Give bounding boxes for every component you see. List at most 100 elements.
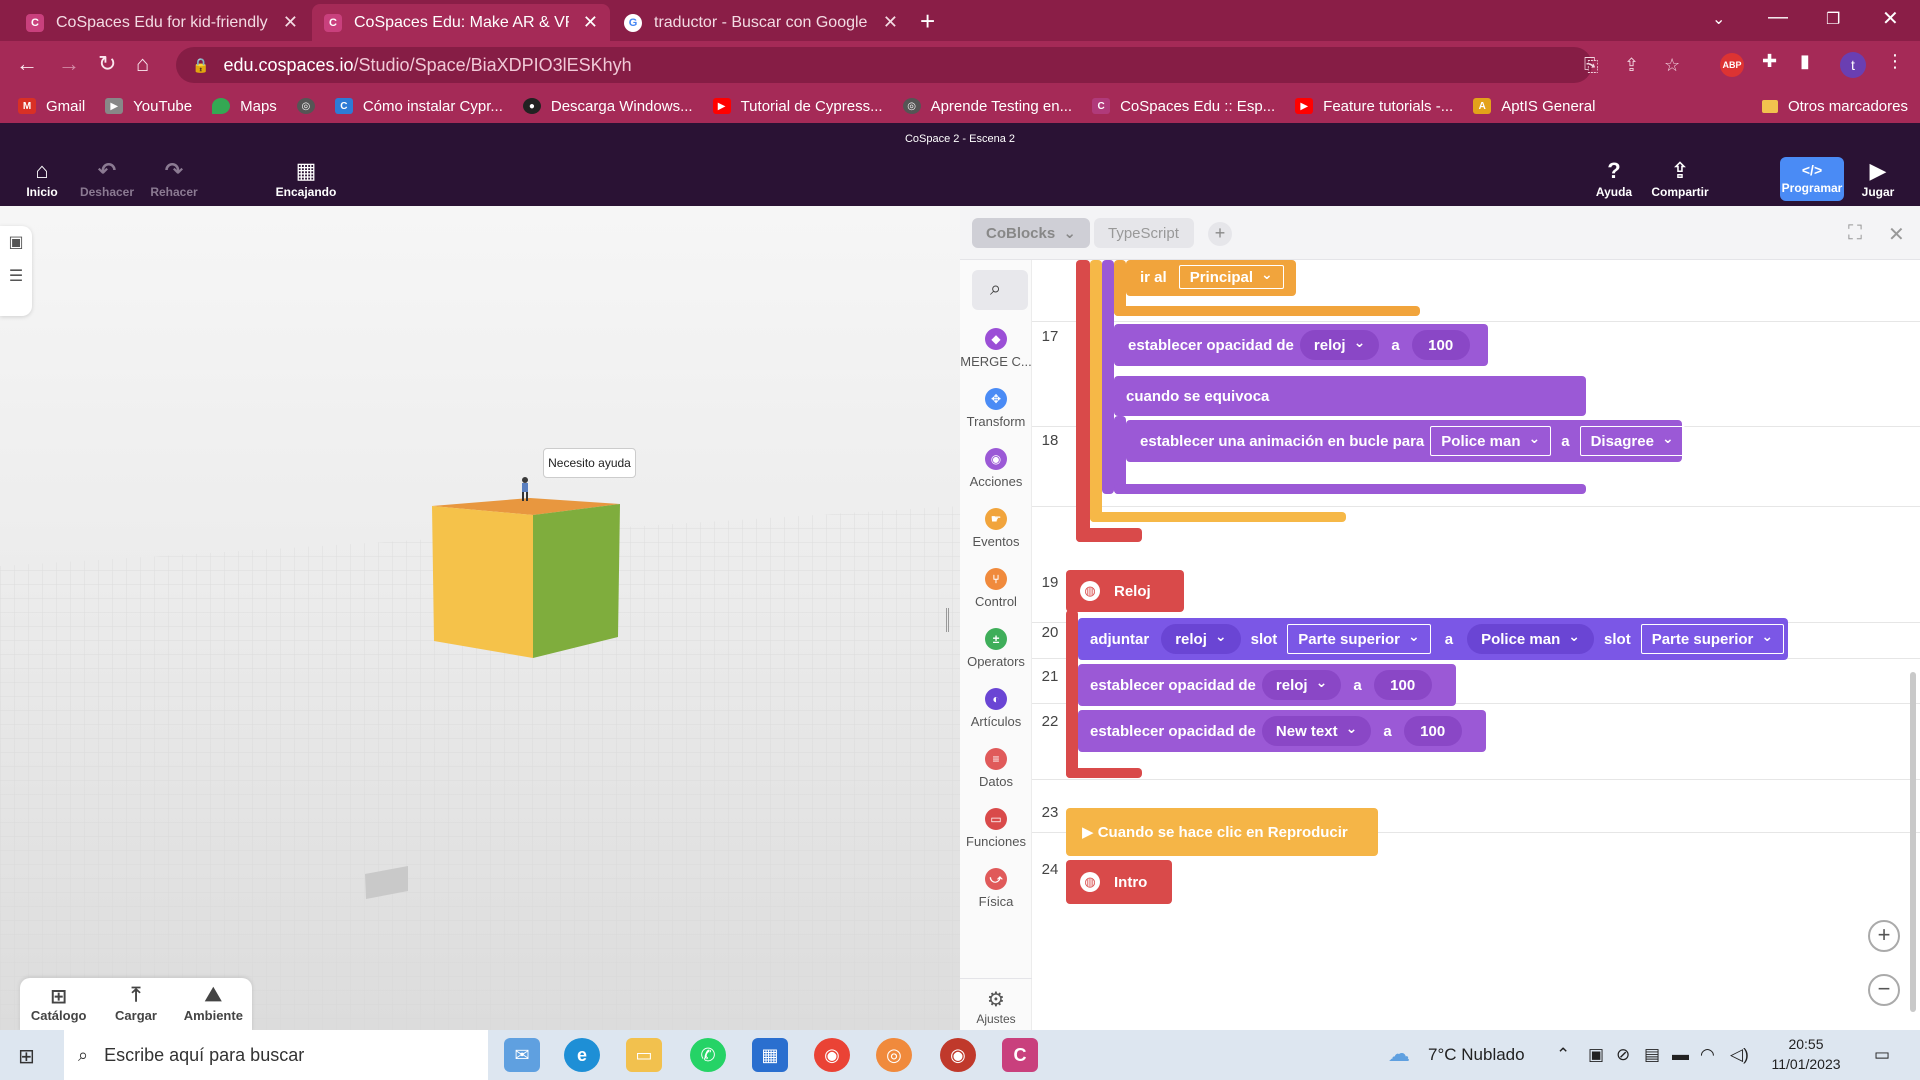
function-block-frame[interactable] bbox=[1076, 260, 1090, 542]
bookmark-github[interactable]: ● Descarga Windows... bbox=[522, 98, 693, 115]
opacity-value[interactable]: 100 bbox=[1411, 330, 1470, 360]
bookmark-globe[interactable]: ◎ bbox=[296, 98, 315, 114]
fullscreen-icon[interactable]: ⛶ bbox=[1848, 222, 1862, 245]
adblock-extension-icon[interactable]: ABP bbox=[1720, 53, 1744, 77]
edge-icon[interactable]: e bbox=[564, 1038, 600, 1072]
share-button[interactable]: ⇪ Compartir bbox=[1640, 157, 1720, 199]
side-panel-icon[interactable]: ▮ bbox=[1800, 51, 1810, 72]
reload-icon[interactable]: ↻ bbox=[98, 51, 116, 77]
tab-search-icon[interactable]: ⌄ bbox=[1712, 9, 1725, 29]
opacity-value[interactable]: 100 bbox=[1373, 670, 1432, 700]
target-dropdown[interactable]: Police man bbox=[1430, 426, 1552, 456]
vertical-scrollbar[interactable] bbox=[1910, 672, 1916, 1012]
bookmark-youtube[interactable]: ▶ YouTube bbox=[105, 98, 192, 115]
control-block-frame[interactable] bbox=[1090, 260, 1102, 522]
menu-dots-icon[interactable]: ⋮ bbox=[1886, 51, 1904, 72]
palette-transform[interactable]: ✥ Transform bbox=[960, 388, 1032, 429]
palette-functions[interactable]: ▭ Funciones bbox=[960, 808, 1032, 849]
bookmark-aptis[interactable]: A AptIS General bbox=[1473, 98, 1595, 115]
palette-physics[interactable]: ⤻ Física bbox=[960, 868, 1032, 909]
cospaces-app-icon[interactable]: C bbox=[1002, 1038, 1038, 1072]
palette-events[interactable]: ☛ Eventos bbox=[960, 508, 1032, 549]
bookmark-feature-tutorials[interactable]: ▶ Feature tutorials -... bbox=[1295, 98, 1453, 115]
scene-dropdown[interactable]: Principal bbox=[1178, 265, 1284, 289]
tray-display-icon[interactable]: ▤ bbox=[1644, 1045, 1660, 1065]
battery-icon[interactable]: ▬ bbox=[1672, 1045, 1689, 1065]
wifi-icon[interactable]: ◠ bbox=[1700, 1045, 1715, 1065]
redo-button[interactable]: ↷ Rehacer bbox=[134, 157, 214, 199]
blocks-workspace[interactable]: 17 18 19 20 21 22 23 24 ir al Principal … bbox=[1032, 260, 1920, 1030]
catalog-button[interactable]: ⊞ Catálogo bbox=[24, 984, 94, 1030]
close-panel-icon[interactable]: ✕ bbox=[1888, 222, 1905, 247]
url-field[interactable]: 🔒 edu.cospaces.io/Studio/Space/BiaXDPIO3… bbox=[176, 47, 1680, 83]
bookmark-youtube-cypress[interactable]: ▶ Tutorial de Cypress... bbox=[712, 98, 883, 115]
browser-tab-2[interactable]: C CoSpaces Edu: Make AR & VR in ✕ bbox=[312, 4, 610, 41]
palette-actions[interactable]: ◉ Acciones bbox=[960, 448, 1032, 489]
slot-dropdown-1[interactable]: Parte superior bbox=[1287, 624, 1431, 654]
panel-resize-handle[interactable] bbox=[946, 608, 949, 632]
palette-data[interactable]: ≡ Datos bbox=[960, 748, 1032, 789]
settings-button[interactable]: ⚙ Ajustes bbox=[960, 978, 1032, 1030]
environment-button[interactable]: ⛰ Ambiente bbox=[178, 984, 248, 1030]
file-explorer-icon[interactable]: ▭ bbox=[626, 1038, 662, 1072]
police-man-figure[interactable] bbox=[522, 477, 528, 501]
bookmark-maps[interactable]: Maps bbox=[212, 98, 277, 115]
home-icon[interactable]: ⌂ bbox=[136, 51, 149, 77]
volume-icon[interactable]: ◁) bbox=[1730, 1045, 1749, 1065]
blender-icon[interactable]: ◎ bbox=[876, 1038, 912, 1072]
fit-button[interactable]: ▦ Encajando bbox=[266, 157, 346, 199]
play-button[interactable]: ▶ Jugar bbox=[1838, 157, 1918, 199]
animation-dropdown[interactable]: Disagree bbox=[1579, 426, 1685, 456]
attach-object-dropdown[interactable]: reloj bbox=[1161, 624, 1241, 654]
bookmark-cypress[interactable]: C Cómo instalar Cypr... bbox=[334, 98, 503, 115]
close-window-icon[interactable]: ✕ bbox=[1882, 6, 1899, 31]
opacity-value[interactable]: 100 bbox=[1403, 716, 1462, 746]
notifications-icon[interactable]: ▭ bbox=[1874, 1045, 1890, 1065]
bookmark-star-icon[interactable]: ☆ bbox=[1664, 55, 1680, 76]
zoom-out-button[interactable]: − bbox=[1868, 974, 1900, 1006]
translate-icon[interactable]: ⎘ bbox=[1584, 55, 1598, 76]
tab-typescript[interactable]: TypeScript bbox=[1094, 218, 1194, 248]
close-tab-icon[interactable]: ✕ bbox=[883, 12, 898, 33]
scene-viewport[interactable]: Necesito ayuda ▣ ☰ ⊞ Catálogo ⤒ Cargar ⛰ Am… bbox=[0, 206, 960, 1030]
windows-start-icon[interactable]: ⊞ bbox=[18, 1044, 35, 1069]
browser-tab-3[interactable]: G traductor - Buscar con Google ✕ bbox=[612, 4, 910, 41]
mail-app-icon[interactable]: ✉ bbox=[504, 1038, 540, 1072]
extensions-icon[interactable]: ✚ bbox=[1762, 51, 1777, 72]
close-tab-icon[interactable]: ✕ bbox=[283, 12, 298, 33]
gallery-icon[interactable]: ▣ bbox=[0, 226, 32, 260]
close-tab-icon[interactable]: ✕ bbox=[583, 12, 598, 33]
whatsapp-icon[interactable]: ✆ bbox=[690, 1038, 726, 1072]
code-button[interactable]: </> Programar bbox=[1780, 157, 1844, 201]
profile-avatar[interactable]: t bbox=[1840, 52, 1866, 78]
restore-icon[interactable]: ❐ bbox=[1826, 9, 1840, 29]
object-dropdown[interactable]: reloj bbox=[1299, 330, 1380, 360]
upload-button[interactable]: ⤒ Cargar bbox=[101, 984, 171, 1030]
chrome-icon[interactable]: ◉ bbox=[814, 1038, 850, 1072]
taskbar-search[interactable]: ⌕ Escribe aquí para buscar bbox=[64, 1030, 488, 1080]
add-script-button[interactable]: + bbox=[1208, 222, 1232, 246]
palette-operators[interactable]: ± Operators bbox=[960, 628, 1032, 669]
bookmark-cospaces[interactable]: C CoSpaces Edu :: Esp... bbox=[1092, 98, 1275, 115]
palette-merge-cube[interactable]: ◆ MERGE C... bbox=[960, 328, 1032, 369]
list-icon[interactable]: ☰ bbox=[0, 260, 32, 294]
forward-icon[interactable]: → bbox=[58, 51, 80, 77]
bookmark-testing[interactable]: ◎ Aprende Testing en... bbox=[902, 98, 1072, 115]
clock[interactable]: 20:55 11/01/2023 bbox=[1766, 1034, 1846, 1074]
weather-text[interactable]: 7°C Nublado bbox=[1428, 1045, 1525, 1065]
palette-control[interactable]: ⑂ Control bbox=[960, 568, 1032, 609]
other-bookmarks-folder[interactable]: Otros marcadores bbox=[1761, 98, 1908, 115]
new-tab-button[interactable]: + bbox=[920, 6, 935, 37]
store-icon[interactable]: ▦ bbox=[752, 1038, 788, 1072]
block-search-button[interactable]: ⌕ bbox=[972, 270, 1028, 310]
minimize-icon[interactable]: — bbox=[1768, 6, 1788, 29]
tray-app-icon[interactable]: ▣ bbox=[1588, 1045, 1604, 1065]
object-dropdown[interactable]: New text bbox=[1261, 716, 1372, 746]
browser-tab-1[interactable]: C CoSpaces Edu for kid-friendly 3D ✕ bbox=[14, 4, 310, 41]
chrome-profile-icon[interactable]: ◉ bbox=[940, 1038, 976, 1072]
tray-chevron-icon[interactable]: ⌃ bbox=[1556, 1045, 1570, 1065]
palette-items[interactable]: ◐ Artículos bbox=[960, 688, 1032, 729]
event-block-frame[interactable] bbox=[1102, 260, 1114, 494]
tray-network-off-icon[interactable]: ⊘ bbox=[1616, 1045, 1630, 1065]
attach-target-dropdown[interactable]: Police man bbox=[1467, 624, 1595, 654]
